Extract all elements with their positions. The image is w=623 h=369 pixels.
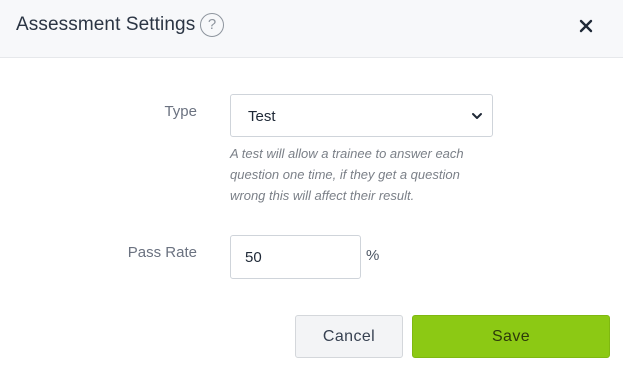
type-hint: A test will allow a trainee to answer ea… xyxy=(230,146,464,203)
pass-rate-input[interactable] xyxy=(230,235,361,279)
pass-rate-label: Pass Rate xyxy=(127,244,197,261)
close-icon[interactable] xyxy=(576,16,596,36)
dialog-title: Assessment Settings xyxy=(16,14,196,35)
chevron-down-icon xyxy=(472,113,482,119)
dialog-header: Assessment Settings ? xyxy=(0,0,623,58)
assessment-settings-dialog: Assessment Settings ? Type Test A test w… xyxy=(0,0,623,369)
cancel-button[interactable]: Cancel xyxy=(295,315,403,358)
type-select[interactable]: Test xyxy=(230,94,493,137)
type-label: Type xyxy=(164,103,197,120)
type-select-value: Test xyxy=(248,108,276,125)
pass-rate-unit: % xyxy=(366,247,380,264)
save-button[interactable]: Save xyxy=(412,315,610,358)
question-circle-icon[interactable]: ? xyxy=(200,13,224,37)
